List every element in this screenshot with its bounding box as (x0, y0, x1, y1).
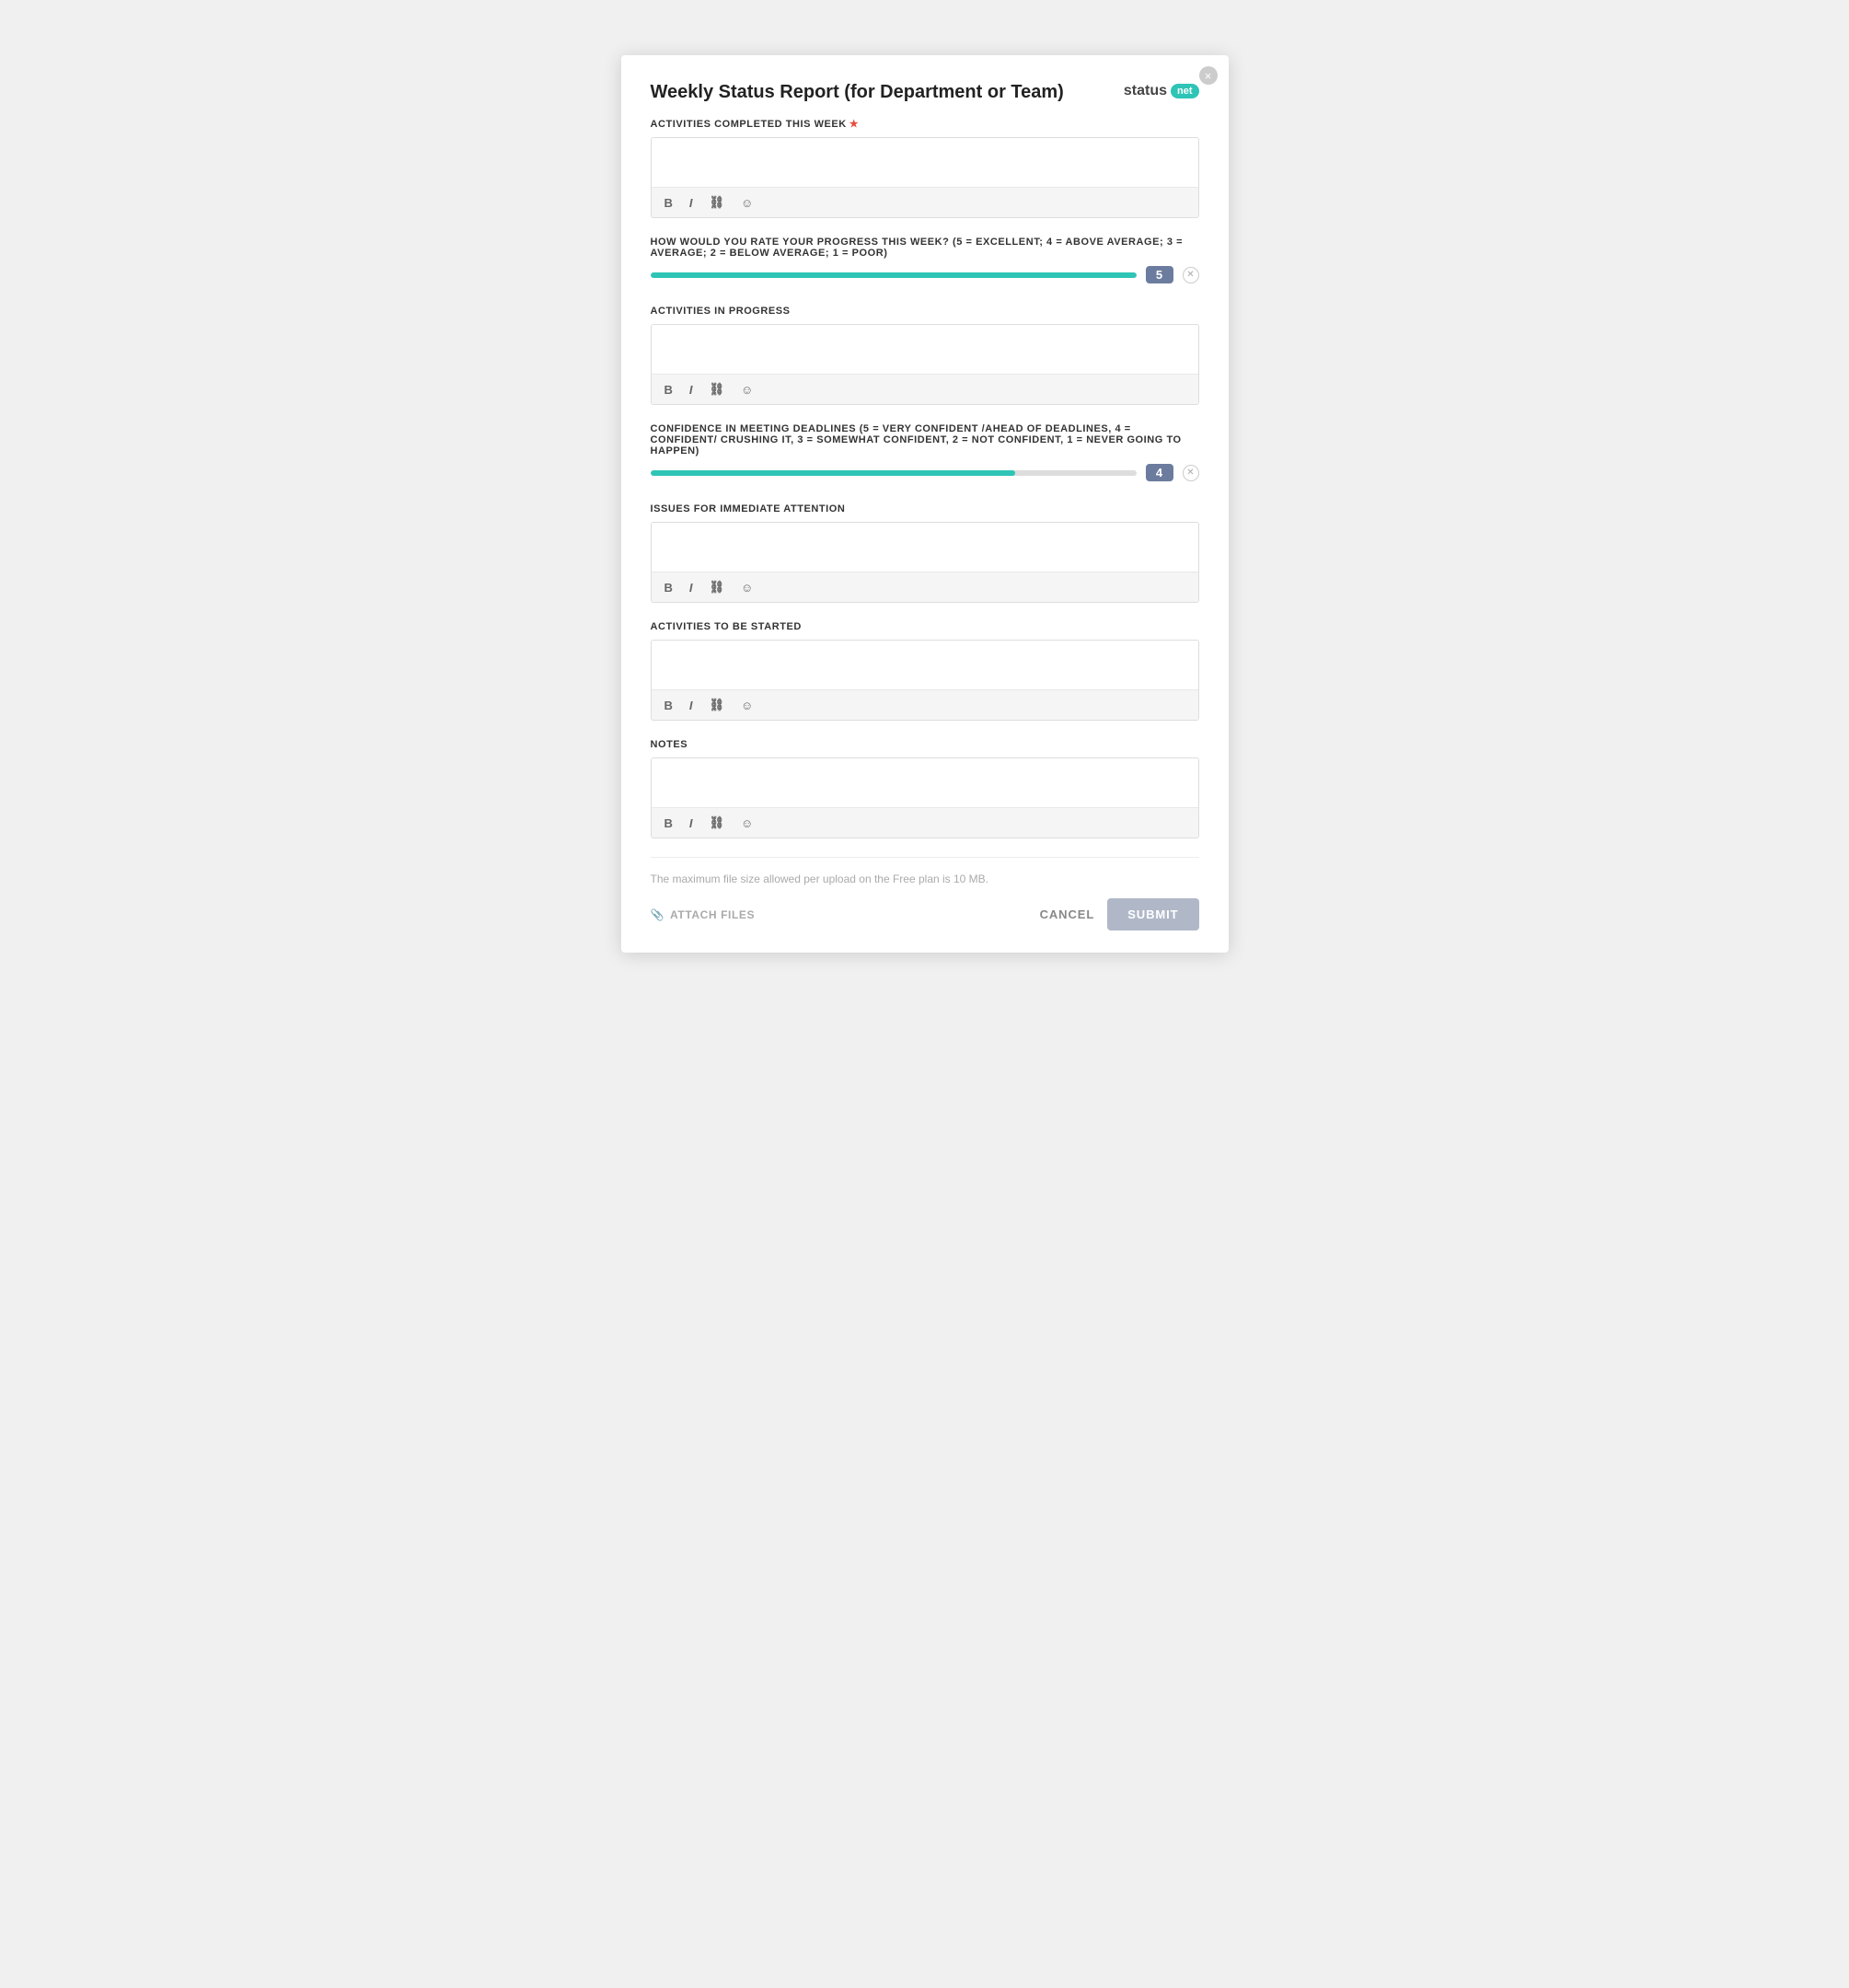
bold-btn-3[interactable]: B (661, 579, 676, 596)
link-icon-2: ⛓ (710, 382, 725, 396)
link-btn-3[interactable]: ⛓ (706, 578, 729, 596)
emoji-btn-3[interactable]: ☺ (737, 579, 757, 596)
notes-label: NOTES (651, 739, 1199, 750)
issues-attention-section: ISSUES FOR IMMEDIATE ATTENTION B I ⛓ ☺ (651, 503, 1199, 603)
bold-btn-4[interactable]: B (661, 697, 676, 714)
bold-btn-5[interactable]: B (661, 815, 676, 832)
activities-in-progress-section: ACTIVITIES IN PROGRESS B I ⛓ ☺ (651, 306, 1199, 405)
link-btn-4[interactable]: ⛓ (706, 696, 729, 714)
brand-badge: net (1171, 84, 1199, 98)
italic-btn-3[interactable]: I (686, 579, 697, 596)
progress-rating-label: HOW WOULD YOU RATE YOUR PROGRESS THIS WE… (651, 237, 1199, 259)
confidence-slider-clear[interactable]: ✕ (1183, 465, 1199, 481)
italic-btn-2[interactable]: I (686, 381, 697, 399)
activities-completed-editor: B I ⛓ ☺ (651, 137, 1199, 218)
confidence-slider-row: 4 ✕ (651, 464, 1199, 481)
cancel-button[interactable]: CANCEL (1040, 907, 1095, 921)
progress-slider-clear[interactable]: ✕ (1183, 267, 1199, 283)
modal-header: Weekly Status Report (for Department or … (651, 81, 1199, 103)
attach-label: ATTACH FILES (670, 908, 755, 921)
modal-title-block: Weekly Status Report (for Department or … (651, 81, 1064, 103)
footer-actions: CANCEL SUBMIT (1040, 898, 1199, 930)
activities-to-start-label: ACTIVITIES TO BE STARTED (651, 621, 1199, 632)
close-button[interactable]: × (1199, 66, 1218, 85)
link-icon-5: ⛓ (710, 815, 725, 829)
divider (651, 857, 1199, 858)
confidence-slider-value: 4 (1146, 464, 1173, 481)
submit-button[interactable]: SUBMIT (1107, 898, 1198, 930)
bold-btn-1[interactable]: B (661, 194, 676, 212)
confidence-rating-section: CONFIDENCE IN MEETING DEADLINES (5 = VER… (651, 423, 1199, 481)
activities-in-progress-toolbar: B I ⛓ ☺ (652, 374, 1198, 404)
emoji-btn-1[interactable]: ☺ (737, 194, 757, 212)
notes-toolbar: B I ⛓ ☺ (652, 807, 1198, 838)
progress-slider-container (651, 272, 1137, 278)
confidence-rating-label: CONFIDENCE IN MEETING DEADLINES (5 = VER… (651, 423, 1199, 457)
emoji-btn-4[interactable]: ☺ (737, 697, 757, 714)
emoji-btn-5[interactable]: ☺ (737, 815, 757, 832)
attach-files-button[interactable]: 📎 ATTACH FILES (651, 908, 756, 921)
activities-to-start-toolbar: B I ⛓ ☺ (652, 689, 1198, 720)
brand-name: status (1124, 83, 1167, 99)
issues-attention-label: ISSUES FOR IMMEDIATE ATTENTION (651, 503, 1199, 514)
emoji-icon-3: ☺ (741, 581, 753, 595)
link-icon-4: ⛓ (710, 698, 725, 711)
form-footer: 📎 ATTACH FILES CANCEL SUBMIT (651, 898, 1199, 930)
link-btn-5[interactable]: ⛓ (706, 814, 729, 832)
link-icon-3: ⛓ (710, 580, 725, 594)
notes-editor: B I ⛓ ☺ (651, 757, 1199, 838)
notes-input[interactable] (652, 758, 1198, 803)
italic-btn-1[interactable]: I (686, 194, 697, 212)
modal-title: Weekly Status Report (for Department or … (651, 81, 1064, 103)
brand-logo: status net (1124, 83, 1199, 99)
notes-section: NOTES B I ⛓ ☺ (651, 739, 1199, 838)
activities-in-progress-label: ACTIVITIES IN PROGRESS (651, 306, 1199, 317)
link-btn-2[interactable]: ⛓ (706, 380, 729, 399)
emoji-icon-1: ☺ (741, 196, 753, 210)
italic-btn-5[interactable]: I (686, 815, 697, 832)
activities-completed-label: ACTIVITIES COMPLETED THIS WEEK★ (651, 118, 1199, 130)
required-star: ★ (849, 119, 859, 130)
activities-to-start-section: ACTIVITIES TO BE STARTED B I ⛓ ☺ (651, 621, 1199, 721)
activities-to-start-input[interactable] (652, 641, 1198, 685)
link-icon-1: ⛓ (710, 195, 725, 209)
activities-completed-input[interactable] (652, 138, 1198, 182)
activities-in-progress-input[interactable] (652, 325, 1198, 369)
emoji-btn-2[interactable]: ☺ (737, 381, 757, 399)
activities-completed-section: ACTIVITIES COMPLETED THIS WEEK★ B I ⛓ ☺ (651, 118, 1199, 218)
modal-container: Weekly Status Report (for Department or … (621, 55, 1229, 953)
file-info: The maximum file size allowed per upload… (651, 873, 1199, 885)
activities-to-start-editor: B I ⛓ ☺ (651, 640, 1199, 721)
progress-rating-section: HOW WOULD YOU RATE YOUR PROGRESS THIS WE… (651, 237, 1199, 283)
paperclip-icon: 📎 (651, 908, 665, 921)
progress-slider-value: 5 (1146, 266, 1173, 283)
issues-attention-editor: B I ⛓ ☺ (651, 522, 1199, 603)
confidence-slider-container (651, 470, 1137, 476)
activities-completed-toolbar: B I ⛓ ☺ (652, 187, 1198, 217)
link-btn-1[interactable]: ⛓ (706, 193, 729, 212)
progress-slider-row: 5 ✕ (651, 266, 1199, 283)
activities-in-progress-editor: B I ⛓ ☺ (651, 324, 1199, 405)
issues-attention-input[interactable] (652, 523, 1198, 567)
issues-attention-toolbar: B I ⛓ ☺ (652, 572, 1198, 602)
emoji-icon-5: ☺ (741, 816, 753, 830)
bold-btn-2[interactable]: B (661, 381, 676, 399)
italic-btn-4[interactable]: I (686, 697, 697, 714)
emoji-icon-2: ☺ (741, 383, 753, 397)
emoji-icon-4: ☺ (741, 699, 753, 712)
